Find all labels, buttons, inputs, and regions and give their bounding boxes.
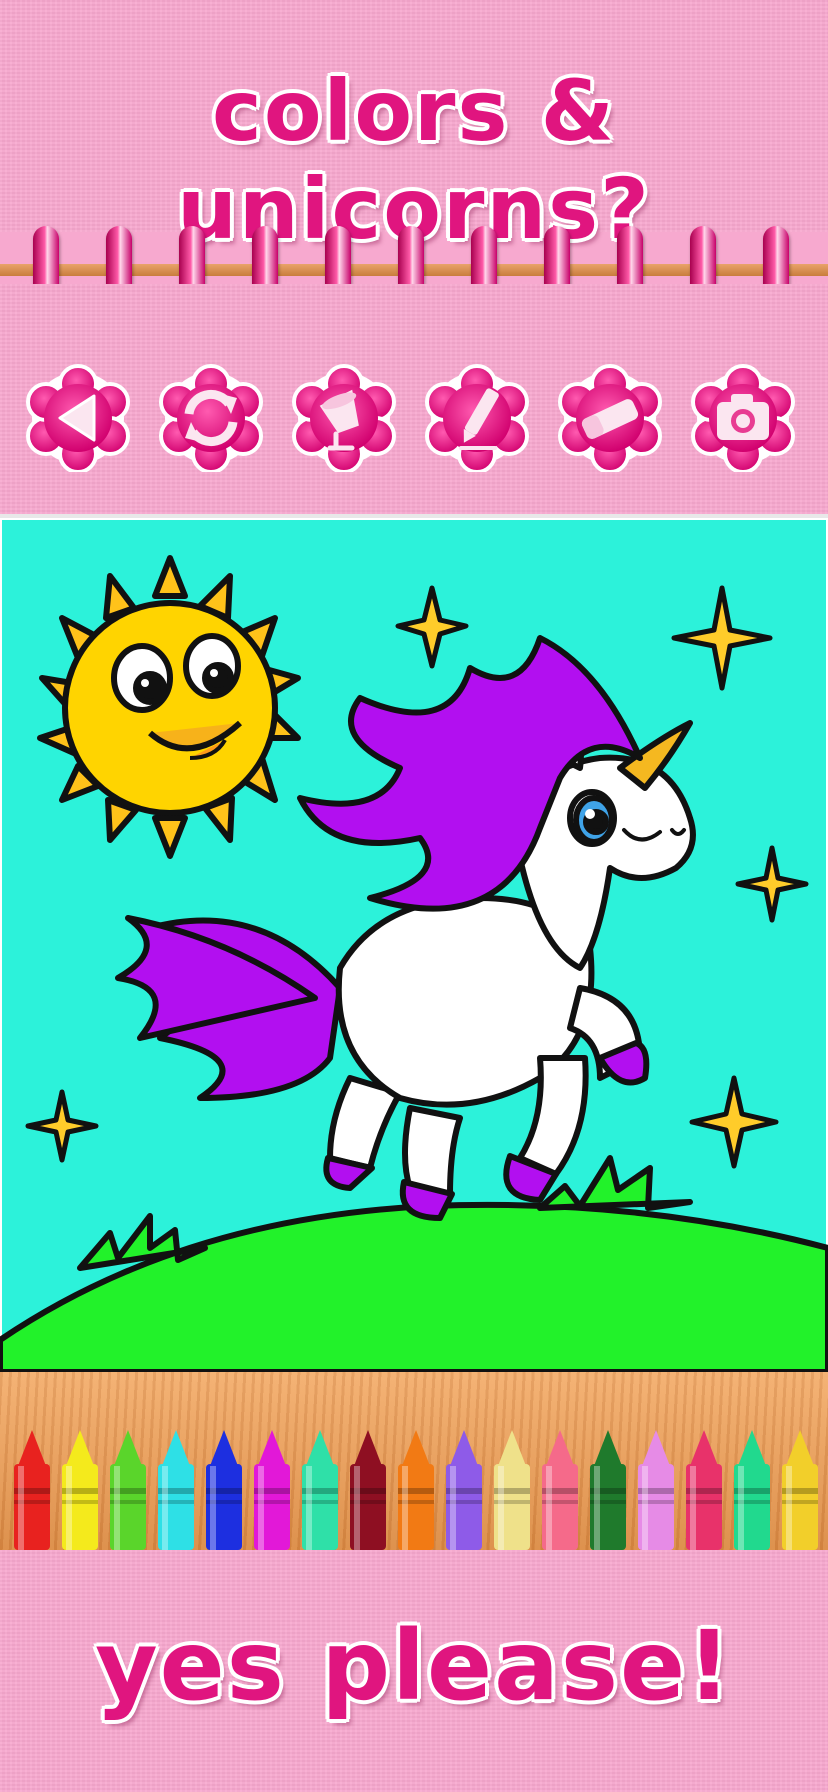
crayon-icon	[350, 1430, 386, 1550]
sun	[37, 555, 301, 859]
back-arrow-icon	[26, 364, 130, 472]
crayon-icon	[62, 1430, 98, 1550]
marker-icon	[425, 364, 529, 472]
coloring-canvas[interactable]	[0, 514, 828, 1376]
crayon-purple[interactable]	[442, 1426, 486, 1550]
crayon-icon	[542, 1430, 578, 1550]
crayon-icon	[398, 1430, 434, 1550]
fill-button[interactable]	[290, 364, 398, 472]
crayon-green[interactable]	[106, 1426, 150, 1550]
undo-button[interactable]	[157, 364, 265, 472]
camera-button[interactable]	[689, 364, 797, 472]
crayon-yellow[interactable]	[58, 1426, 102, 1550]
crayon-magenta[interactable]	[250, 1426, 294, 1550]
coloring-picture[interactable]	[0, 518, 828, 1372]
crayon-icon	[782, 1430, 818, 1550]
crayon-emerald[interactable]	[730, 1426, 774, 1550]
crayon-cream[interactable]	[490, 1426, 534, 1550]
crayon-icon	[254, 1430, 290, 1550]
crayon-icon	[638, 1430, 674, 1550]
crayon-pink[interactable]	[538, 1426, 582, 1550]
crayon-icon	[206, 1430, 242, 1550]
marker-button[interactable]	[423, 364, 531, 472]
crayon-icon	[14, 1430, 50, 1550]
crayon-icon	[494, 1430, 530, 1550]
crayon-icon	[590, 1430, 626, 1550]
crayon-icon	[110, 1430, 146, 1550]
crayon-mint[interactable]	[298, 1426, 342, 1550]
paint-bucket-icon	[292, 364, 396, 472]
back-button[interactable]	[24, 364, 132, 472]
eraser-icon	[558, 364, 662, 472]
crayon-tray	[0, 1372, 828, 1550]
crayon-gold[interactable]	[778, 1426, 822, 1550]
crayon-maroon[interactable]	[346, 1426, 390, 1550]
crayon-rose[interactable]	[682, 1426, 726, 1550]
crayon-icon	[734, 1430, 770, 1550]
crayon-cyan[interactable]	[154, 1426, 198, 1550]
crayon-orange[interactable]	[394, 1426, 438, 1550]
crayon-icon	[686, 1430, 722, 1550]
top-banner: colors & unicorns?	[0, 0, 828, 258]
headline-bottom: yes please!	[95, 1610, 733, 1722]
crayon-icon	[302, 1430, 338, 1550]
refresh-icon	[159, 364, 263, 472]
crayon-dark-green[interactable]	[586, 1426, 630, 1550]
crayon-blue[interactable]	[202, 1426, 246, 1550]
crayon-red[interactable]	[10, 1426, 54, 1550]
crayon-lavender[interactable]	[634, 1426, 678, 1550]
crayon-icon	[158, 1430, 194, 1550]
toolbar	[0, 284, 828, 514]
eraser-button[interactable]	[556, 364, 664, 472]
crayon-icon	[446, 1430, 482, 1550]
camera-icon	[691, 364, 795, 472]
